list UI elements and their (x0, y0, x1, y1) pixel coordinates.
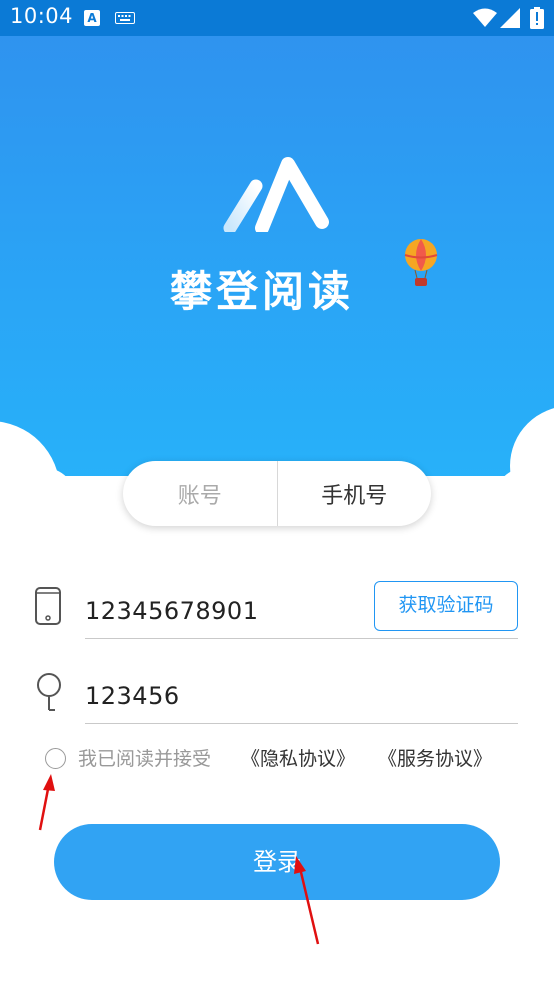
app-title: 攀登阅读 (170, 267, 355, 316)
service-agreement-link[interactable]: 《服务协议》 (378, 745, 492, 773)
annotation-arrow-icon (294, 856, 320, 945)
logo-icon (223, 157, 329, 232)
hero-banner: 攀登阅读 (0, 36, 554, 506)
input-method-icon: A (84, 10, 100, 26)
keyboard-icon (115, 12, 135, 24)
balloon-icon (404, 239, 438, 286)
login-button[interactable]: 登录 (54, 824, 500, 900)
key-icon (37, 673, 61, 711)
annotation-arrow-icon (38, 774, 55, 831)
signal-icon (500, 8, 520, 28)
login-mode-tabs: 账号 手机号 (123, 461, 431, 526)
status-bar: 10:04 A (0, 0, 554, 36)
agreement-checkbox[interactable] (45, 748, 66, 769)
battery-icon (530, 7, 544, 29)
tab-account[interactable]: 账号 (123, 461, 278, 526)
wifi-icon (473, 8, 497, 27)
tab-phone[interactable]: 手机号 (278, 461, 432, 526)
privacy-policy-link[interactable]: 《隐私协议》 (241, 745, 355, 773)
get-code-button[interactable]: 获取验证码 (374, 581, 518, 631)
status-time: 10:04 (10, 4, 74, 28)
phone-icon (35, 587, 61, 625)
verification-code-input[interactable]: 123456 (85, 668, 518, 724)
agreement-text: 我已阅读并接受 (78, 748, 212, 770)
